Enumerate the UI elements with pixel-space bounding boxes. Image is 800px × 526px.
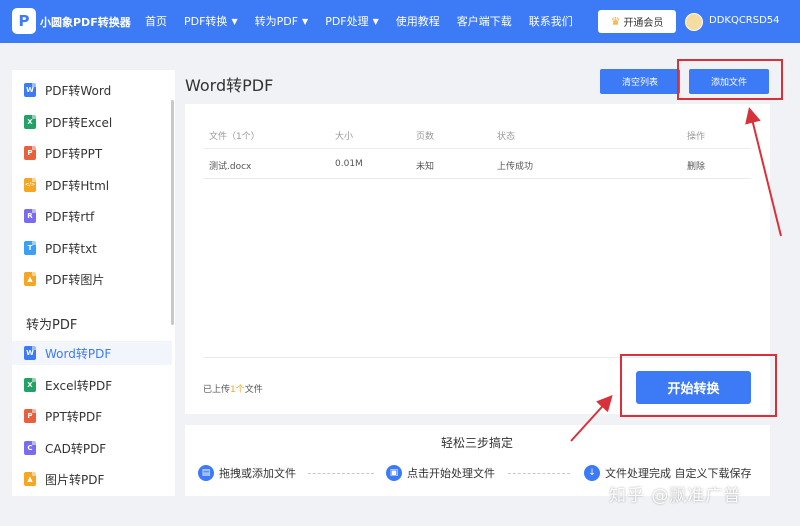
annotation-arrows (570, 107, 782, 442)
watermark: 知乎 @飘准广普 (609, 486, 742, 506)
arrow-to-start (570, 395, 613, 442)
arrow-to-add (745, 107, 782, 237)
